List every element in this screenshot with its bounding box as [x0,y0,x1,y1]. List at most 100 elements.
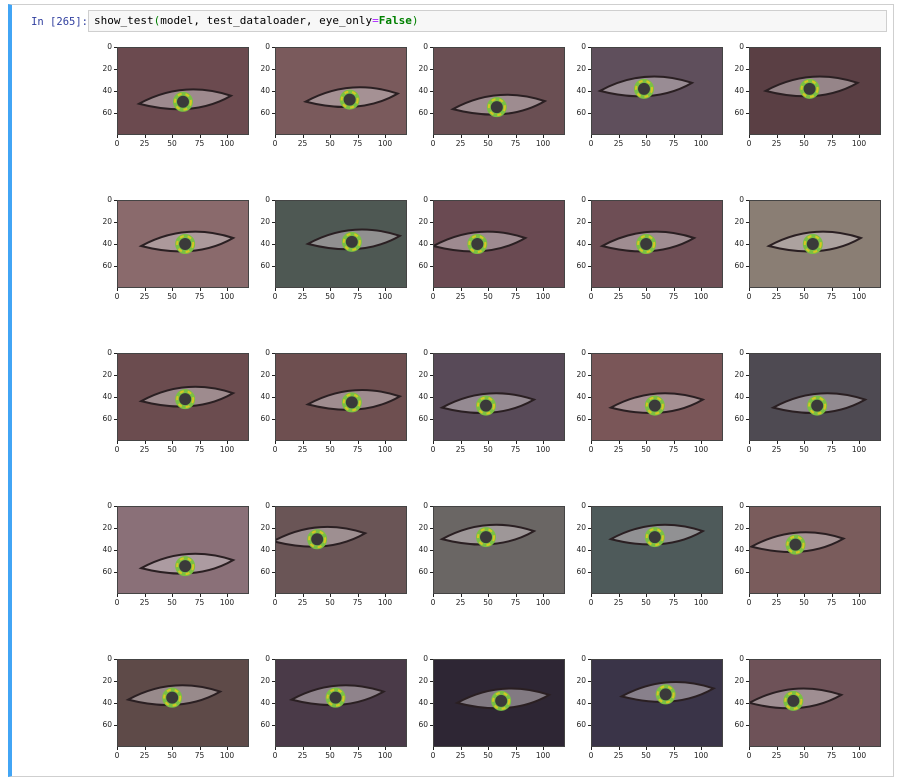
x-tick-mark [357,747,359,750]
subplot-panel: 0 20 40 60 0 25 50 75 100 [412,38,572,158]
x-tick-mark [701,594,702,597]
x-tick-mark [488,441,489,444]
subplot-panel: 0 20 40 60 0 25 50 75 100 [728,38,888,158]
y-tick-label: 40 [418,545,428,554]
x-tick-label: 75 [194,598,205,607]
x-tick-mark [144,135,146,138]
y-tick-mark [588,506,591,507]
x-tick-label: 0 [272,292,278,301]
eye-heatmap-image [275,353,407,441]
y-tick-label: 0 [739,195,744,204]
x-tick-label: 25 [297,598,308,607]
x-tick-label: 50 [483,292,493,301]
x-tick-label: 100 [851,445,867,454]
y-tick-mark [114,703,117,704]
x-tick-label: 75 [668,139,679,148]
x-tick-label: 75 [352,445,363,454]
x-tick-label: 75 [194,292,205,301]
eye-heatmap-image [433,659,565,747]
x-tick-label: 25 [139,598,150,607]
y-tick-mark [272,200,275,201]
x-tick-label: 25 [139,292,150,301]
eye-heatmap-image [117,506,249,594]
x-tick-mark [543,747,544,750]
x-tick-mark [302,594,304,597]
y-tick-label: 40 [418,239,428,248]
x-tick-mark [302,135,304,138]
y-tick-label: 40 [260,239,270,248]
y-tick-label: 20 [418,217,428,226]
y-tick-mark [746,681,749,682]
y-tick-mark [588,47,591,48]
x-tick-label: 50 [799,139,809,148]
x-tick-label: 75 [510,598,521,607]
y-tick-label: 0 [581,195,586,204]
subplot-panel: 0 20 40 60 0 25 50 75 100 [254,497,414,617]
x-tick-label: 75 [668,751,679,760]
y-tick-label: 0 [107,348,112,357]
x-tick-label: 75 [510,445,521,454]
y-tick-mark [114,550,117,551]
y-tick-label: 0 [581,42,586,51]
x-tick-label: 50 [167,751,177,760]
x-tick-mark [618,747,620,750]
y-tick-mark [430,528,433,529]
y-tick-label: 20 [260,676,270,685]
y-tick-label: 20 [734,217,744,226]
y-tick-label: 0 [739,654,744,663]
y-tick-mark [114,266,117,267]
x-tick-mark [227,288,228,291]
x-tick-mark [804,441,805,444]
x-tick-label: 0 [114,445,120,454]
y-tick-mark [272,47,275,48]
y-tick-mark [746,397,749,398]
x-tick-label: 100 [219,445,235,454]
x-tick-label: 0 [746,292,752,301]
y-tick-mark [430,113,433,114]
eye-heatmap-image [749,200,881,288]
y-tick-label: 40 [576,545,586,554]
x-tick-label: 75 [352,139,363,148]
x-tick-label: 100 [693,751,709,760]
output-area: 0 20 40 60 0 25 50 75 100 0 20 40 60 0 25 50 75 100 0 20 40 6… [96,38,886,768]
subplot-panel: 0 20 40 60 0 25 50 75 100 [412,344,572,464]
x-tick-mark [701,441,702,444]
x-tick-label: 0 [746,751,752,760]
x-tick-mark [618,288,620,291]
x-tick-label: 50 [325,598,335,607]
y-tick-mark [746,266,749,267]
code-input[interactable]: show_test(model, test_dataloader, eye_on… [88,10,887,32]
x-tick-mark [199,594,201,597]
eye-heatmap-image [591,200,723,288]
x-tick-label: 75 [826,598,837,607]
x-tick-label: 0 [588,751,594,760]
y-tick-label: 60 [102,261,112,270]
input-prompt: In [265]: [31,16,88,28]
x-tick-mark [302,441,304,444]
x-tick-mark [275,594,276,597]
x-tick-mark [831,594,833,597]
y-tick-label: 0 [265,42,270,51]
y-tick-mark [114,353,117,354]
y-tick-label: 40 [734,698,744,707]
x-tick-label: 25 [455,139,466,148]
x-tick-label: 50 [325,751,335,760]
eye-heatmap-image [433,200,565,288]
x-tick-label: 75 [826,751,837,760]
y-tick-mark [746,528,749,529]
y-tick-mark [430,419,433,420]
x-tick-label: 50 [325,139,335,148]
y-tick-label: 0 [581,501,586,510]
x-tick-label: 25 [613,445,624,454]
subplot-panel: 0 20 40 60 0 25 50 75 100 [570,191,730,311]
x-tick-mark [515,441,517,444]
x-tick-label: 0 [114,598,120,607]
subplot-panel: 0 20 40 60 0 25 50 75 100 [728,650,888,770]
x-tick-mark [749,747,750,750]
subplot-panel: 0 20 40 60 0 25 50 75 100 [570,650,730,770]
x-tick-mark [460,747,462,750]
x-tick-mark [804,747,805,750]
x-tick-label: 100 [219,598,235,607]
code-equals: = [372,14,379,27]
x-tick-mark [488,288,489,291]
